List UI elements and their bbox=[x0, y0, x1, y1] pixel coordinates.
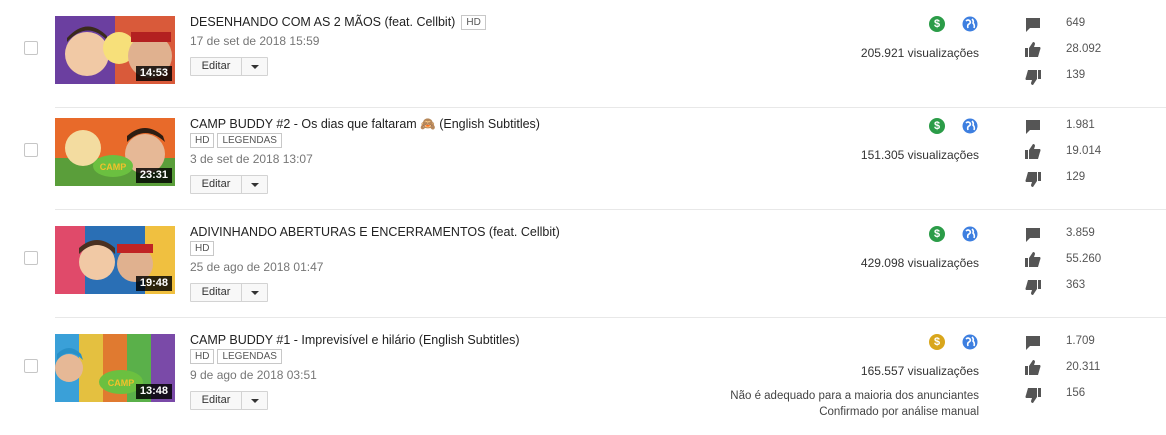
view-count: 205.921 visualizações bbox=[860, 46, 979, 60]
svg-text:CAMP: CAMP bbox=[100, 162, 127, 172]
edit-button[interactable]: Editar bbox=[191, 392, 242, 409]
dislike-count: 156 bbox=[1066, 387, 1086, 399]
edit-dropdown-button[interactable] bbox=[242, 284, 267, 301]
video-duration: 14:53 bbox=[135, 66, 172, 81]
video-title[interactable]: ADIVINHANDO ABERTURAS E ENCERRAMENTOS (f… bbox=[190, 224, 560, 240]
video-row: 14:53 DESENHANDO COM AS 2 MÃOS (feat. Ce… bbox=[0, 0, 1166, 108]
select-checkbox[interactable] bbox=[24, 41, 38, 55]
video-row: CAMP 13:48 CAMP BUDDY #1 - Imprevisível … bbox=[0, 318, 1166, 435]
edit-button[interactable]: Editar bbox=[191, 58, 242, 75]
thumbs-up-icon bbox=[1025, 42, 1041, 57]
like-count: 28.092 bbox=[1066, 43, 1102, 55]
dislike-count: 129 bbox=[1066, 171, 1086, 183]
chevron-down-icon bbox=[250, 182, 259, 187]
video-date: 9 de ago de 2018 03:51 bbox=[190, 368, 317, 382]
monetization-icon[interactable]: $ bbox=[929, 118, 945, 134]
video-title-text[interactable]: DESENHANDO COM AS 2 MÃOS (feat. Cellbit) bbox=[190, 15, 455, 29]
globe-icon[interactable] bbox=[962, 16, 978, 32]
like-count: 19.014 bbox=[1066, 145, 1102, 157]
chevron-down-icon bbox=[250, 398, 259, 403]
dislike-count: 363 bbox=[1066, 279, 1086, 291]
view-count: 429.098 visualizações bbox=[860, 256, 979, 270]
video-date: 25 de ago de 2018 01:47 bbox=[190, 260, 324, 274]
globe-icon[interactable] bbox=[962, 118, 978, 134]
edit-dropdown-button[interactable] bbox=[242, 392, 267, 409]
video-duration: 19:48 bbox=[135, 276, 172, 291]
like-count: 55.260 bbox=[1066, 253, 1102, 265]
comment-count: 1.709 bbox=[1066, 335, 1095, 347]
video-thumbnail[interactable]: 14:53 bbox=[55, 16, 175, 84]
video-duration: 23:31 bbox=[135, 168, 172, 183]
limited-monetization-icon[interactable]: $ bbox=[929, 334, 945, 350]
chevron-down-icon bbox=[250, 64, 259, 69]
badge-list: HD LEGENDAS bbox=[190, 133, 282, 148]
comment-count: 3.859 bbox=[1066, 227, 1095, 239]
edit-dropdown-button[interactable] bbox=[242, 58, 267, 75]
like-count: 20.311 bbox=[1066, 361, 1101, 373]
notice-line: Não é adequado para a maioria dos anunci… bbox=[730, 390, 979, 402]
video-title[interactable]: CAMP BUDDY #1 - Imprevisível e hilário (… bbox=[190, 332, 520, 348]
monetization-icon[interactable]: $ bbox=[929, 226, 945, 242]
comment-count: 649 bbox=[1066, 17, 1086, 29]
hd-badge: HD bbox=[190, 349, 215, 364]
view-count: 165.557 visualizações bbox=[860, 364, 979, 378]
svg-text:CAMP: CAMP bbox=[108, 378, 135, 388]
view-count: 151.305 visualizações bbox=[860, 148, 979, 162]
video-thumbnail[interactable]: 19:48 bbox=[55, 226, 175, 294]
edit-button[interactable]: Editar bbox=[191, 176, 242, 193]
thumbs-up-icon bbox=[1025, 360, 1041, 375]
edit-button-group: Editar bbox=[190, 283, 268, 302]
select-checkbox[interactable] bbox=[24, 359, 38, 373]
edit-dropdown-button[interactable] bbox=[242, 176, 267, 193]
hd-badge: HD bbox=[190, 241, 215, 256]
edit-button-group: Editar bbox=[190, 175, 268, 194]
thumbs-down-icon bbox=[1025, 172, 1041, 187]
video-row: CAMP 23:31 CAMP BUDDY #2 - Os dias que f… bbox=[0, 102, 1166, 210]
select-checkbox[interactable] bbox=[24, 143, 38, 157]
subtitles-badge: LEGENDAS bbox=[217, 349, 282, 364]
edit-button-group: Editar bbox=[190, 391, 268, 410]
monetization-icon[interactable]: $ bbox=[929, 16, 945, 32]
comment-icon bbox=[1026, 18, 1040, 32]
hd-badge: HD bbox=[190, 133, 215, 148]
thumbs-down-icon bbox=[1025, 280, 1041, 295]
video-duration: 13:48 bbox=[135, 384, 172, 399]
thumbs-down-icon bbox=[1025, 70, 1041, 85]
globe-icon[interactable] bbox=[962, 226, 978, 242]
video-date: 17 de set de 2018 15:59 bbox=[190, 34, 320, 48]
comment-icon bbox=[1026, 120, 1040, 134]
thumbs-down-icon bbox=[1025, 388, 1041, 403]
badge-list: HD bbox=[190, 241, 215, 256]
dislike-count: 139 bbox=[1066, 69, 1086, 81]
globe-icon[interactable] bbox=[962, 334, 978, 350]
subtitles-badge: LEGENDAS bbox=[217, 133, 282, 148]
badge-list: HD LEGENDAS bbox=[190, 349, 282, 364]
video-thumbnail[interactable]: CAMP 23:31 bbox=[55, 118, 175, 186]
comment-icon bbox=[1026, 228, 1040, 242]
comment-count: 1.981 bbox=[1066, 119, 1095, 131]
thumbs-up-icon bbox=[1025, 252, 1041, 267]
notice-line: Confirmado por análise manual bbox=[819, 406, 979, 418]
video-thumbnail[interactable]: CAMP 13:48 bbox=[55, 334, 175, 402]
video-row: 19:48 ADIVINHANDO ABERTURAS E ENCERRAMEN… bbox=[0, 210, 1166, 318]
comment-icon bbox=[1026, 336, 1040, 350]
thumbs-up-icon bbox=[1025, 144, 1041, 159]
edit-button[interactable]: Editar bbox=[191, 284, 242, 301]
hd-badge: HD bbox=[461, 15, 486, 30]
edit-button-group: Editar bbox=[190, 57, 268, 76]
ad-suitability-notice: Não é adequado para a maioria dos anunci… bbox=[730, 388, 979, 420]
chevron-down-icon bbox=[250, 290, 259, 295]
video-title[interactable]: CAMP BUDDY #2 - Os dias que faltaram 🙈 (… bbox=[190, 116, 540, 132]
video-date: 3 de set de 2018 13:07 bbox=[190, 152, 313, 166]
select-checkbox[interactable] bbox=[24, 251, 38, 265]
video-title[interactable]: DESENHANDO COM AS 2 MÃOS (feat. Cellbit)… bbox=[190, 14, 486, 30]
